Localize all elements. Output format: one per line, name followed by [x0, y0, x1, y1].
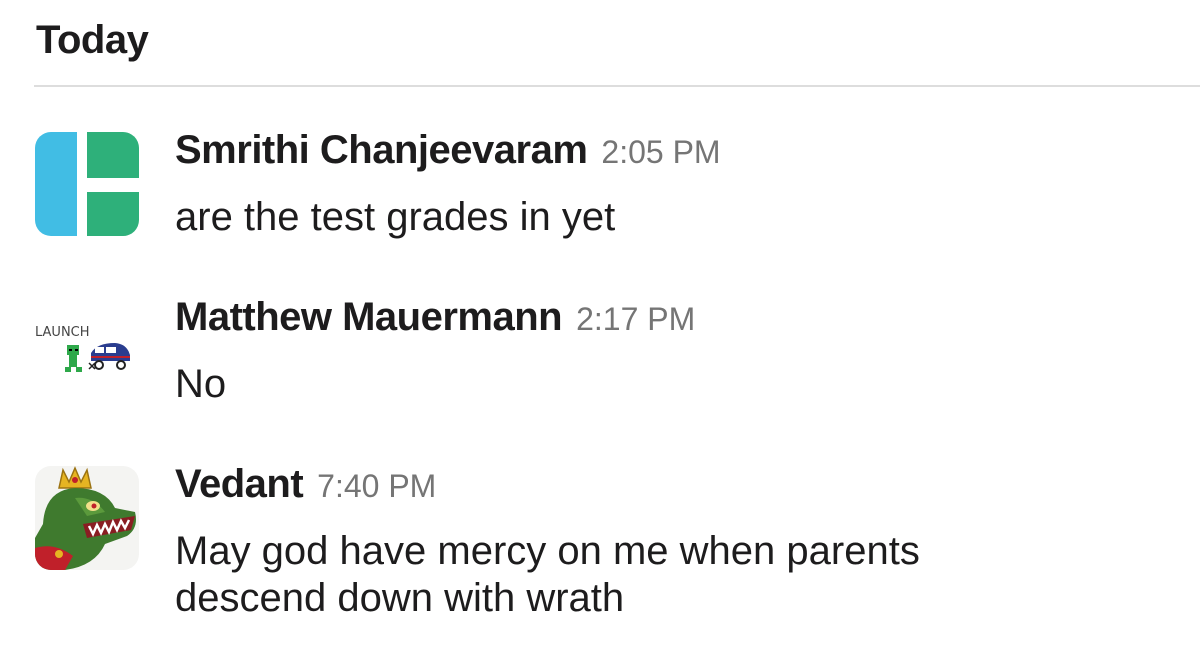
message-text: May god have mercy on me when parents de…	[175, 528, 1180, 622]
day-divider-line	[34, 85, 1200, 87]
blue-green-block-logo-icon[interactable]	[35, 132, 139, 236]
message-text-line: May god have mercy on me when parents	[175, 529, 920, 573]
sender-name[interactable]: Matthew Mauermann	[175, 295, 563, 340]
message-timestamp[interactable]: 7:40 PM	[317, 468, 436, 505]
sender-name[interactable]: Smrithi Chanjeevaram	[175, 128, 588, 173]
launch-doodle-icon[interactable]: LAUNCH	[35, 299, 139, 403]
message-timestamp[interactable]: 2:17 PM	[576, 301, 695, 338]
crocodile-king-icon[interactable]	[35, 466, 139, 570]
message-text: No	[175, 362, 227, 406]
message-text-line: descend down with wrath	[175, 576, 625, 620]
sender-name[interactable]: Vedant	[175, 462, 304, 507]
message-text: are the test grades in yet	[175, 195, 616, 239]
message-timestamp[interactable]: 2:05 PM	[601, 134, 720, 171]
day-divider-label: Today	[36, 18, 149, 62]
avatar-doodle-text: LAUNCH	[35, 325, 90, 340]
